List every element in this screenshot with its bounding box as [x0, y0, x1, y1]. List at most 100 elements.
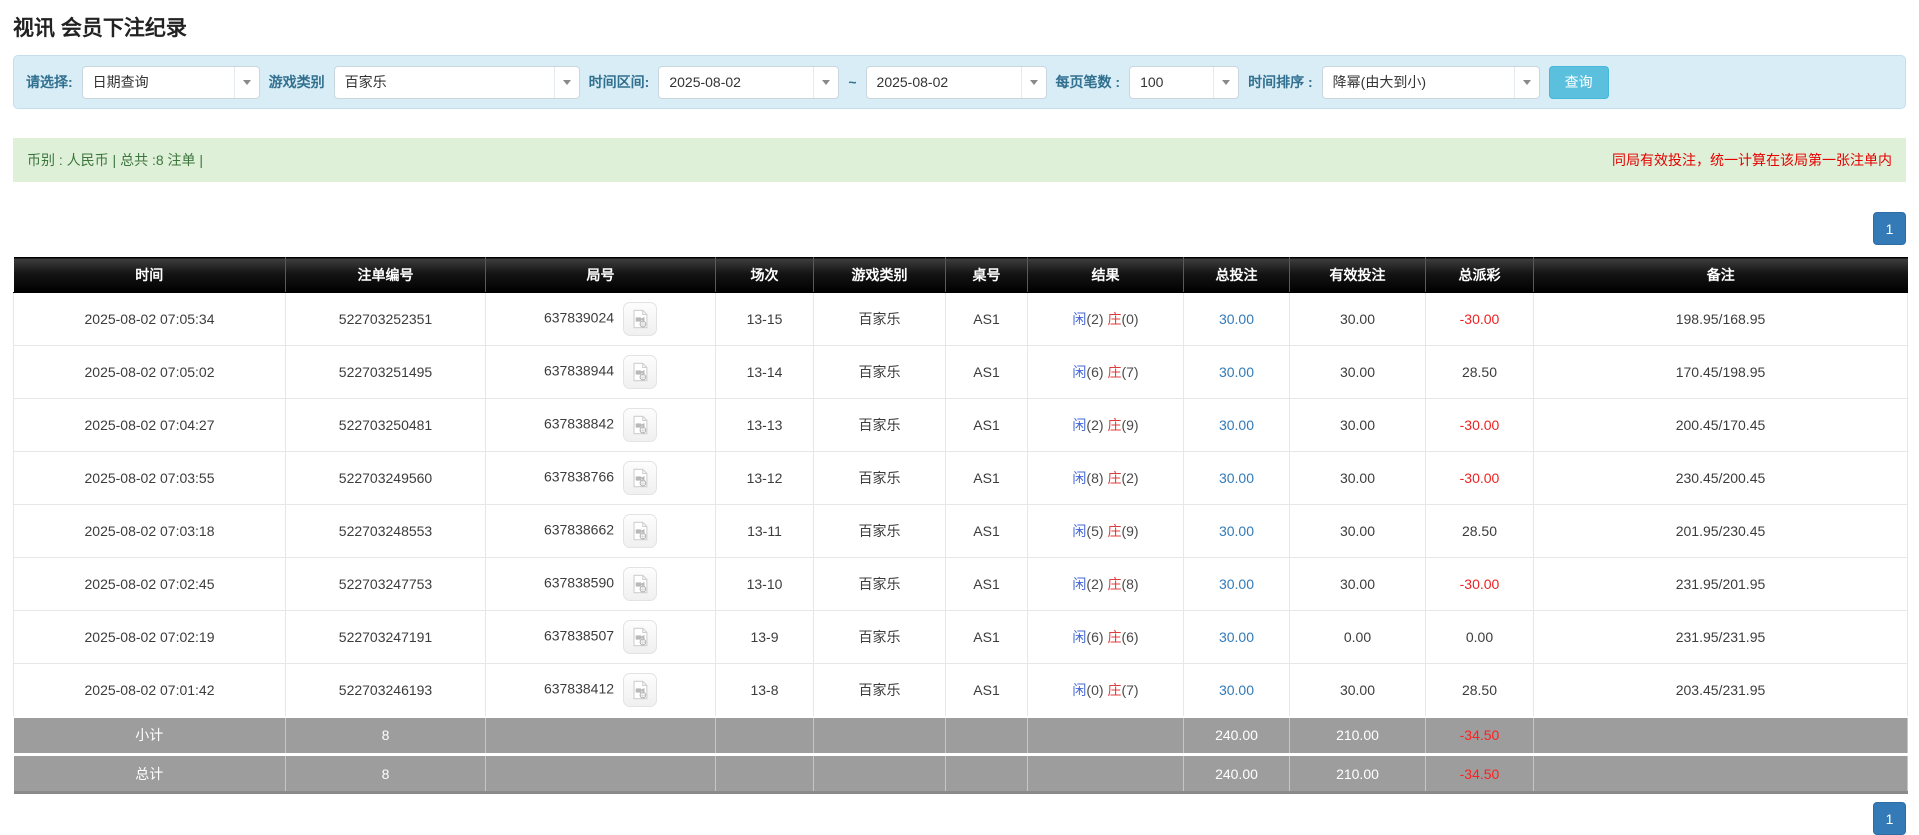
- page-size-select[interactable]: 100: [1129, 65, 1240, 99]
- cell-round-id: 637838842: [485, 398, 716, 452]
- cell-table-no: AS1: [945, 557, 1028, 611]
- round-id-text: 637838842: [543, 415, 615, 432]
- chevron-down-icon[interactable]: [1213, 66, 1238, 98]
- total-bet-link[interactable]: 30.00: [1219, 364, 1254, 380]
- column-header-result: 结果: [1027, 257, 1184, 293]
- video-replay-button[interactable]: [623, 514, 658, 548]
- payout-value: 28.50: [1461, 364, 1498, 380]
- result-banker-score: (9): [1121, 523, 1139, 539]
- cell-time: 2025-08-02 07:05:34: [13, 292, 286, 346]
- payout-value: -30.00: [1459, 311, 1500, 327]
- cell-round-id: 637838412: [485, 663, 716, 717]
- total-bet-link[interactable]: 30.00: [1219, 576, 1254, 592]
- cell-valid-bet: 30.00: [1289, 345, 1426, 399]
- result-banker-score: (0): [1121, 311, 1139, 327]
- total-row-payout: -34.50: [1425, 753, 1534, 794]
- cell-table-no: AS1: [945, 663, 1028, 717]
- result-player-score: (2): [1086, 311, 1104, 327]
- video-replay-button[interactable]: [623, 620, 658, 654]
- table-row: 2025-08-02 07:04:27 522703250481 637838842…: [13, 398, 1908, 452]
- cell-total-bet: 30.00: [1183, 663, 1290, 717]
- cell-game-type: 百家乐: [813, 610, 946, 664]
- cell-round-id: 637839024: [485, 292, 716, 346]
- column-header-game-type: 游戏类别: [813, 257, 946, 293]
- cell-session: 13-12: [715, 451, 814, 505]
- subtotal-row-count: 8: [285, 715, 486, 755]
- page-button-1[interactable]: 1: [1873, 802, 1906, 835]
- cell-empty: [715, 753, 814, 794]
- result-banker-score: (7): [1121, 681, 1139, 698]
- result-banker-label: 庄: [1107, 470, 1122, 486]
- cell-total-payout: 28.50: [1425, 345, 1534, 399]
- video-replay-button[interactable]: [623, 302, 658, 336]
- cell-game-type: 百家乐: [813, 345, 946, 399]
- search-button[interactable]: 查询: [1548, 65, 1609, 99]
- time-sort-value: 降幂(由大到小): [1332, 74, 1426, 90]
- result-player-score: (6): [1086, 629, 1104, 645]
- cell-bet-id: 522703252351: [285, 292, 486, 346]
- total-row-valid-bet: 210.00: [1289, 753, 1426, 794]
- column-header-session: 场次: [715, 257, 814, 293]
- result-player-label: 闲: [1072, 470, 1087, 486]
- page-button-1[interactable]: 1: [1873, 212, 1906, 245]
- cell-round-id: 637838944: [485, 345, 716, 399]
- total-bet-link[interactable]: 30.00: [1219, 629, 1254, 645]
- cell-time: 2025-08-02 07:01:42: [13, 663, 286, 717]
- cell-session: 13-15: [715, 292, 814, 346]
- cell-total-bet: 30.00: [1183, 398, 1290, 452]
- date-to-select[interactable]: 2025-08-02: [865, 65, 1047, 99]
- result-banker-score: (6): [1121, 629, 1139, 645]
- video-replay-button[interactable]: [623, 355, 658, 389]
- cell-total-bet: 30.00: [1183, 292, 1290, 346]
- video-replay-button[interactable]: [623, 672, 658, 707]
- time-sort-label: 时间排序 :: [1248, 74, 1313, 90]
- chevron-down-icon[interactable]: [1020, 66, 1046, 98]
- total-bet-link[interactable]: 30.00: [1219, 470, 1254, 486]
- cell-game-type: 百家乐: [813, 557, 946, 611]
- date-from-value: 2025-08-02: [669, 74, 741, 90]
- subtotal-row-valid-bet: 210.00: [1289, 715, 1426, 755]
- query-type-label: 请选择:: [26, 74, 73, 90]
- cell-time: 2025-08-02 07:02:45: [13, 557, 286, 611]
- cell-remark: 201.95/230.45: [1533, 504, 1908, 558]
- column-header-round-id: 局号: [485, 257, 716, 293]
- cell-remark: 198.95/168.95: [1533, 292, 1908, 346]
- video-replay-button[interactable]: [623, 461, 658, 495]
- cell-table-no: AS1: [945, 610, 1028, 664]
- cell-result: 闲(2) 庄(9): [1027, 398, 1184, 452]
- table-row: 2025-08-02 07:02:45 522703247753 637838590…: [13, 557, 1908, 611]
- cell-total-payout: -30.00: [1425, 398, 1534, 452]
- chevron-down-icon[interactable]: [813, 66, 838, 98]
- result-banker-label: 庄: [1107, 417, 1122, 433]
- chevron-down-icon[interactable]: [1513, 66, 1539, 98]
- total-bet-link[interactable]: 30.00: [1219, 682, 1254, 698]
- cell-empty: [813, 753, 946, 794]
- total-bet-link[interactable]: 30.00: [1219, 417, 1254, 433]
- video-replay-button[interactable]: [623, 567, 658, 601]
- result-banker-score: (9): [1121, 417, 1139, 433]
- video-file-icon: [633, 680, 648, 700]
- game-category-select[interactable]: 百家乐: [333, 65, 580, 99]
- cell-valid-bet: 30.00: [1289, 398, 1426, 452]
- summary-currency-count: 币别 : 人民币 | 总共 :8 注单 |: [27, 152, 204, 168]
- chevron-down-icon[interactable]: [553, 66, 579, 98]
- table-row: 2025-08-02 07:01:42 522703246193 637838412…: [13, 663, 1908, 717]
- total-bet-link[interactable]: 30.00: [1219, 523, 1254, 539]
- subtotal-row-label: 小计: [13, 715, 286, 755]
- query-type-select[interactable]: 日期查询: [81, 65, 260, 99]
- round-id-text: 637838766: [543, 468, 615, 485]
- date-from-select[interactable]: 2025-08-02: [658, 65, 840, 99]
- video-replay-button[interactable]: [623, 408, 658, 442]
- cell-result: 闲(0) 庄(7): [1027, 663, 1184, 717]
- result-player-score: (2): [1086, 576, 1104, 592]
- result-player-label: 闲: [1072, 576, 1087, 592]
- total-row: 总计 8 240.00 210.00 -34.50: [13, 753, 1908, 794]
- total-bet-link[interactable]: 30.00: [1219, 311, 1254, 327]
- cell-total-payout: 28.50: [1425, 504, 1534, 558]
- cell-empty: [945, 715, 1028, 755]
- result-player-label: 闲: [1072, 311, 1087, 327]
- round-id-text: 637838507: [543, 627, 615, 644]
- table-row: 2025-08-02 07:02:19 522703247191 637838507…: [13, 610, 1908, 664]
- time-sort-select[interactable]: 降幂(由大到小): [1321, 65, 1540, 99]
- chevron-down-icon[interactable]: [233, 66, 259, 98]
